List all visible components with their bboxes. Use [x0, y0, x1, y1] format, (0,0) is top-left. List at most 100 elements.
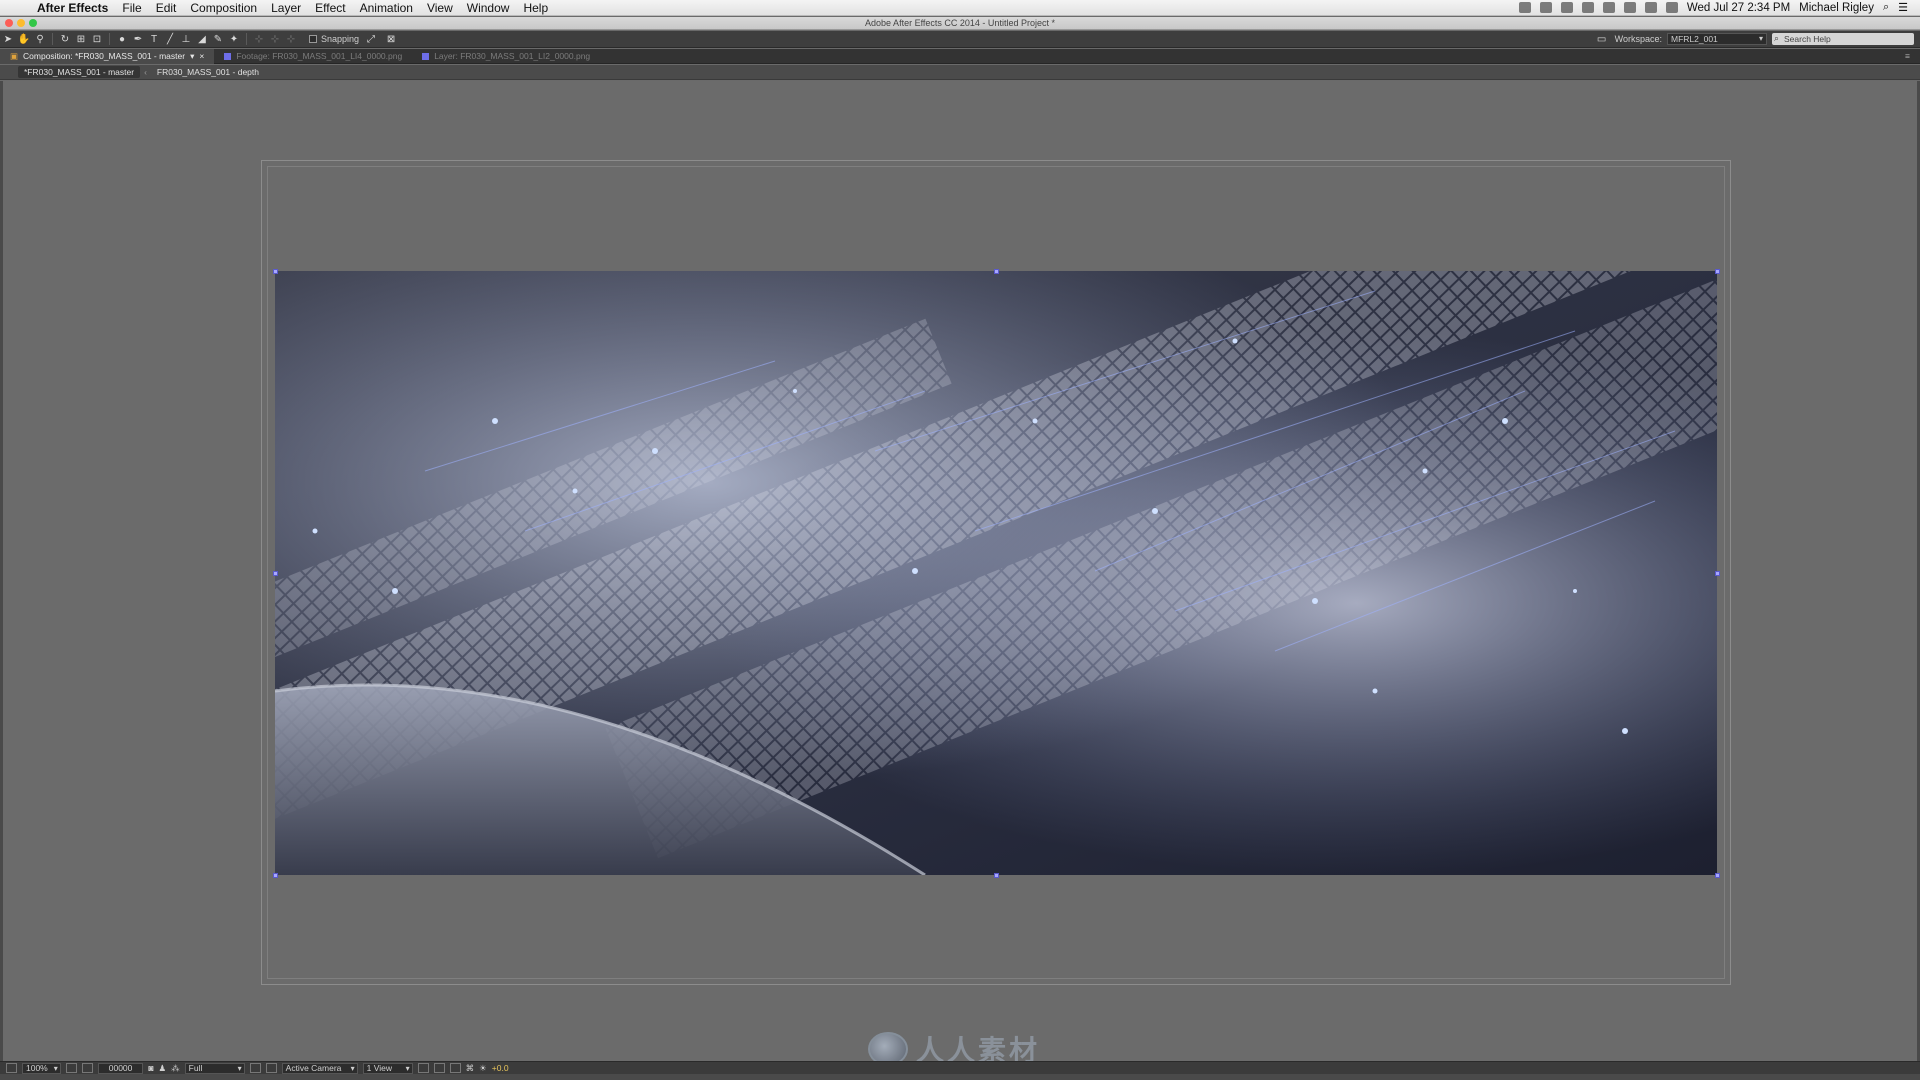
menubar-user[interactable]: Michael Rigley	[1799, 2, 1874, 14]
fast-previews-button[interactable]	[433, 1063, 445, 1073]
layer-handle-top-left[interactable]	[273, 269, 278, 274]
panel-lock-icon[interactable]: ▣	[10, 51, 18, 62]
camera-orbit-tool-icon[interactable]: ⊞	[73, 32, 89, 46]
transparency-grid-button[interactable]	[265, 1063, 277, 1073]
workspace-label: Workspace:	[1614, 34, 1662, 44]
type-tool-icon[interactable]: T	[146, 32, 162, 46]
exposure-value[interactable]: +0.0	[492, 1063, 509, 1073]
notification-center-icon[interactable]: ☰	[1898, 1, 1908, 14]
snap-feature-icon[interactable]: ⊠	[383, 32, 399, 46]
hand-tool-icon[interactable]: ✋	[16, 32, 32, 46]
camera-view-select[interactable]: Active Camera	[281, 1062, 358, 1074]
channel-rgb-icon[interactable]: ⁂	[171, 1063, 180, 1074]
resolution-select[interactable]: Full	[184, 1062, 245, 1074]
viewer-controls-bar: 100% 00000 ◙ ♟ ⁂ Full Active Camera 1 Vi…	[0, 1061, 1920, 1074]
roto-brush-tool-icon[interactable]: ✎	[210, 32, 226, 46]
tab-composition[interactable]: ▣ Composition: *FR030_MASS_001 - master …	[0, 48, 215, 64]
layer-handle-bottom-right[interactable]	[1715, 873, 1720, 878]
menu-view[interactable]: View	[420, 1, 460, 15]
breadcrumb-depth[interactable]: FR030_MASS_001 - depth	[151, 66, 265, 78]
exposure-icon[interactable]: ☀	[479, 1063, 487, 1074]
puppet-tool-icon[interactable]: ✦	[226, 32, 242, 46]
view-layout-select[interactable]: 1 View	[362, 1062, 413, 1074]
viewer-panel-tabs: ▣ Composition: *FR030_MASS_001 - master …	[0, 48, 1920, 64]
composition-render[interactable]	[275, 271, 1717, 875]
menu-composition[interactable]: Composition	[183, 1, 264, 15]
composition-viewer[interactable]	[0, 81, 1920, 1061]
snap-option-icon[interactable]: ⤢	[363, 32, 379, 46]
toolbar-divider	[109, 33, 110, 45]
rotation-tool-icon[interactable]: ↻	[57, 32, 73, 46]
world-axis-mode-icon[interactable]: ⊹	[267, 32, 283, 46]
show-snapshot-icon[interactable]: ♟	[159, 1063, 167, 1074]
menubar-clock[interactable]: Wed Jul 27 2:34 PM	[1687, 2, 1790, 14]
region-of-interest-button[interactable]	[249, 1063, 261, 1073]
menu-animation[interactable]: Animation	[353, 1, 420, 15]
status-app-icon[interactable]	[1518, 2, 1531, 13]
ellipse-tool-icon[interactable]: ●	[114, 32, 130, 46]
workspace-panel-icon[interactable]: ▭	[1594, 32, 1610, 46]
menu-help[interactable]: Help	[516, 1, 555, 15]
close-tab-icon[interactable]: ×	[199, 51, 204, 61]
status-sync-icon[interactable]	[1539, 2, 1552, 13]
workspace-select[interactable]: MFRL2_001	[1667, 33, 1767, 45]
view-axis-mode-icon[interactable]: ⊹	[283, 32, 299, 46]
layer-handle-middle-left[interactable]	[273, 571, 278, 576]
layer-handle-bottom-left[interactable]	[273, 873, 278, 878]
always-preview-toggle[interactable]	[6, 1063, 17, 1073]
breadcrumb-master[interactable]: *FR030_MASS_001 - master	[18, 66, 141, 78]
layer-handle-top-right[interactable]	[1715, 269, 1720, 274]
pen-tool-icon[interactable]: ✒	[130, 32, 146, 46]
snapping-checkbox[interactable]	[309, 35, 317, 43]
clone-stamp-tool-icon[interactable]: ⊥	[178, 32, 194, 46]
composition-dropdown-icon[interactable]: ▾	[190, 51, 194, 62]
local-axis-mode-icon[interactable]: ⊹	[251, 32, 267, 46]
status-drop-icon[interactable]	[1602, 2, 1615, 13]
safe-margins-button[interactable]	[65, 1063, 77, 1073]
menu-window[interactable]: Window	[460, 1, 517, 15]
status-display-icon[interactable]	[1581, 2, 1594, 13]
menu-file[interactable]: File	[115, 1, 148, 15]
tab-layer-label: Layer: FR030_MASS_001_LI2_0000.png	[434, 51, 591, 61]
snapping-control: Snapping ⤢ ⊠	[309, 32, 399, 46]
footage-color-swatch	[224, 52, 232, 60]
layer-handle-bottom-center[interactable]	[994, 873, 999, 878]
snapshot-camera-icon[interactable]: ◙	[148, 1063, 153, 1073]
panel-menu-icon[interactable]: ≡	[1905, 51, 1920, 61]
bluetooth-icon[interactable]	[1644, 2, 1657, 13]
breadcrumb-separator-icon: ‹	[144, 67, 147, 77]
panel-bottom-border	[0, 1074, 1920, 1080]
spotlight-search-icon[interactable]: ⌕	[1883, 1, 1889, 14]
toggle-pixel-aspect-button[interactable]	[417, 1063, 429, 1073]
menubar-status-area: Wed Jul 27 2:34 PM Michael Rigley ⌕ ☰	[1518, 1, 1920, 14]
menu-effect[interactable]: Effect	[308, 1, 352, 15]
selection-tool-icon[interactable]: ➤	[0, 32, 16, 46]
search-help-input[interactable]: ⌕ Search Help	[1772, 33, 1914, 45]
workspace-area: ▭ Workspace: MFRL2_001 ⌕ Search Help	[1594, 32, 1920, 46]
dropbox-icon[interactable]	[1560, 2, 1573, 13]
toolbar-divider	[52, 33, 53, 45]
layer-handle-top-center[interactable]	[994, 269, 999, 274]
eraser-tool-icon[interactable]: ◢	[194, 32, 210, 46]
pan-behind-tool-icon[interactable]: ⊡	[89, 32, 105, 46]
wifi-icon[interactable]	[1665, 2, 1678, 13]
current-time-field[interactable]: 00000	[97, 1062, 144, 1074]
tools-panel: ➤ ✋ ⚲ ↻ ⊞ ⊡ ● ✒ T ╱ ⊥ ◢ ✎ ✦ ⊹ ⊹ ⊹ Snappi…	[0, 31, 1920, 48]
mask-visibility-button[interactable]	[81, 1063, 93, 1073]
layer-handle-middle-right[interactable]	[1715, 571, 1720, 576]
airplay-icon[interactable]	[1623, 2, 1636, 13]
timeline-button[interactable]	[449, 1063, 461, 1073]
brush-tool-icon[interactable]: ╱	[162, 32, 178, 46]
tab-layer[interactable]: Layer: FR030_MASS_001_LI2_0000.png	[412, 49, 600, 64]
toolbar-divider	[246, 33, 247, 45]
magnification-select[interactable]: 100%	[22, 1062, 61, 1074]
zoom-tool-icon[interactable]: ⚲	[32, 32, 48, 46]
tab-footage[interactable]: Footage: FR030_MASS_001_LI4_0000.png	[214, 49, 412, 64]
flowchart-icon[interactable]: ⌘	[466, 1063, 475, 1074]
menu-app-name[interactable]: After Effects	[30, 1, 115, 15]
snapping-label: Snapping	[321, 34, 360, 44]
search-help-placeholder: Search Help	[1784, 34, 1831, 44]
macos-menubar: After Effects File Edit Composition Laye…	[0, 0, 1920, 16]
menu-layer[interactable]: Layer	[264, 1, 308, 15]
menu-edit[interactable]: Edit	[149, 1, 184, 15]
